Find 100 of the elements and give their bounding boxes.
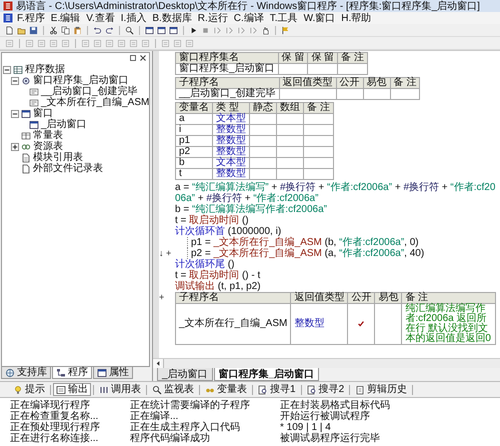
table-cell (250, 136, 276, 146)
table-cell (304, 136, 334, 146)
code-line: p2 = _文本所在行_自编_ASM (a, “作者:cf2006a”, 40) (187, 248, 428, 259)
search-icon[interactable] (125, 26, 134, 34)
tree-item[interactable]: 程序数据 (25, 64, 65, 75)
editor-tab[interactable]: _启动窗口 (157, 368, 213, 381)
output-tab[interactable]: 输出 (53, 383, 91, 396)
column-header: 静态 (250, 102, 276, 114)
undo-icon[interactable] (93, 26, 102, 34)
table-cell (304, 168, 334, 180)
output-tab[interactable]: 变量表 (202, 383, 250, 396)
menu-item[interactable]: T.工具 (268, 12, 300, 24)
panel-tab[interactable]: 属性 (93, 367, 133, 379)
redo-icon[interactable] (105, 26, 114, 34)
scissors-icon[interactable] (49, 26, 58, 34)
table-cell: 文本型 (212, 114, 250, 124)
tree-item[interactable]: _文本所在行_自编_ASM (41, 97, 150, 108)
app-icon[interactable] (3, 13, 13, 23)
table-cell (308, 64, 338, 74)
restore-icon[interactable] (129, 54, 137, 62)
tree-item[interactable]: 窗口程序集_启动窗口 (33, 75, 129, 86)
output-tab[interactable]: 搜寻2 (304, 383, 348, 396)
editor-tab[interactable]: 窗口程序集_启动窗口 (214, 368, 320, 381)
column-header: 数组 (276, 102, 304, 114)
table-cell (250, 124, 276, 136)
menu-item[interactable]: W.窗口 (302, 12, 338, 24)
table-cell: t (176, 168, 212, 180)
search-icon (152, 384, 162, 394)
menu-item[interactable]: C.编译 (232, 12, 266, 24)
table-cell (250, 114, 276, 124)
output-line: 正在检查重复名称... (10, 411, 98, 422)
expand-toggle[interactable] (11, 76, 19, 84)
close-icon[interactable] (139, 54, 147, 62)
table-cell: 整数型 (212, 124, 250, 136)
panel-tab[interactable]: 支持库 (1, 367, 51, 379)
database-icon (13, 64, 23, 74)
output-tab[interactable]: 搜寻1 (255, 383, 299, 396)
column-header: 保 留 (278, 52, 308, 64)
menu-item[interactable]: R.运行 (196, 12, 230, 24)
clipboard-icon[interactable] (73, 26, 82, 34)
menu-item[interactable]: I.插入 (118, 12, 148, 24)
copy-icon[interactable] (61, 26, 70, 34)
table-cell: 整数型 (290, 304, 348, 344)
scroll-bar[interactable] (153, 358, 500, 368)
column-header: 备 注 (390, 78, 420, 88)
table-cell: 整数型 (212, 168, 250, 180)
tree-icon (56, 368, 66, 378)
window-icon (29, 120, 39, 130)
save-icon[interactable] (29, 26, 38, 34)
hand-icon[interactable] (261, 26, 270, 34)
tree-item[interactable]: _启动窗口 (41, 119, 87, 130)
expand-toggle[interactable] (11, 142, 19, 150)
tree-item[interactable]: 资源表 (33, 141, 63, 152)
check-cell[interactable] (348, 304, 375, 344)
window-icon[interactable] (169, 26, 178, 34)
menu-item[interactable]: F.程序 (15, 12, 47, 24)
menu-item[interactable]: E.编辑 (48, 12, 82, 24)
output-tab[interactable]: 提示 (10, 383, 48, 396)
table-cell (304, 146, 334, 158)
globe-icon (5, 368, 15, 378)
expand-toggle[interactable] (3, 66, 11, 74)
output-line: 正在封装易格式目标代码 (280, 400, 390, 411)
table-cell (250, 146, 276, 158)
tree-item[interactable]: 常量表 (33, 130, 63, 141)
output-tab[interactable]: 调用表 (96, 383, 144, 396)
output-line: 正在预处理现行程序 (10, 422, 100, 433)
menu-item[interactable]: H.帮助 (339, 12, 374, 24)
window-icon[interactable] (145, 26, 154, 34)
window-title: 易语言 - C:\Users\Administrator\Desktop\文本所在行 - Windows窗口程序 - [程序集:窗口程序集_启动窗口] (16, 0, 480, 12)
column-header: 变量名 (176, 102, 212, 114)
panel-tab[interactable]: 程序 (52, 367, 92, 379)
tree-item[interactable]: 窗口 (33, 108, 53, 119)
expand-toggle[interactable] (11, 110, 19, 118)
menu-item[interactable]: V.查看 (84, 12, 117, 24)
tree-item[interactable]: 外部文件记录表 (33, 163, 103, 174)
column-header: 备 注 (338, 52, 368, 64)
output-line: 被调试易程序运行完毕 (280, 433, 381, 444)
output-tab[interactable]: 剪辑历史 (352, 383, 410, 396)
code-line: p1 = _文本所在行_自编_ASM (b, “作者:cf2006a”, 0) (187, 237, 423, 248)
table-cell: 文本型 (212, 158, 250, 168)
menu-item[interactable]: B.数据库 (150, 12, 194, 24)
tree-item[interactable]: __启动窗口_创建完毕 (41, 86, 138, 97)
table-cell: 整数型 (212, 146, 250, 158)
output-tab[interactable]: 监视表 (149, 383, 197, 396)
window-icon[interactable] (157, 26, 166, 34)
document-icon (21, 152, 31, 162)
table-cell: p1 (176, 136, 212, 146)
flag-icon[interactable] (281, 26, 290, 34)
tree-item[interactable]: 模块引用表 (33, 152, 83, 163)
column-header: 备 注 (304, 102, 334, 114)
table-cell (390, 88, 420, 100)
table-cell: __启动窗口_创建完毕 (176, 88, 280, 100)
table-cell (276, 158, 304, 168)
function-icon (29, 98, 39, 108)
table-cell (279, 88, 336, 100)
table-cell (276, 168, 304, 180)
code-line: t = 取启动时间 () (175, 215, 250, 226)
table-cell (276, 124, 304, 136)
column-header: 公开 (336, 78, 364, 88)
table-cell (276, 114, 304, 124)
